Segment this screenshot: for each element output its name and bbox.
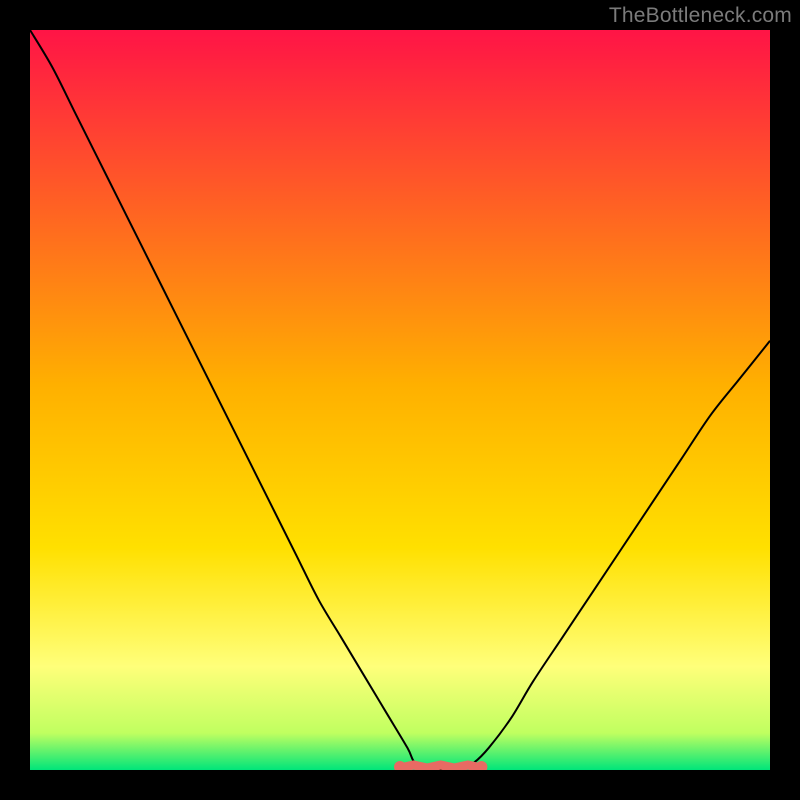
optimal-region-highlight	[400, 765, 481, 768]
gradient-background	[30, 30, 770, 770]
chart-frame: TheBottleneck.com	[0, 0, 800, 800]
watermark-text: TheBottleneck.com	[609, 4, 792, 28]
bottleneck-chart	[30, 30, 770, 770]
